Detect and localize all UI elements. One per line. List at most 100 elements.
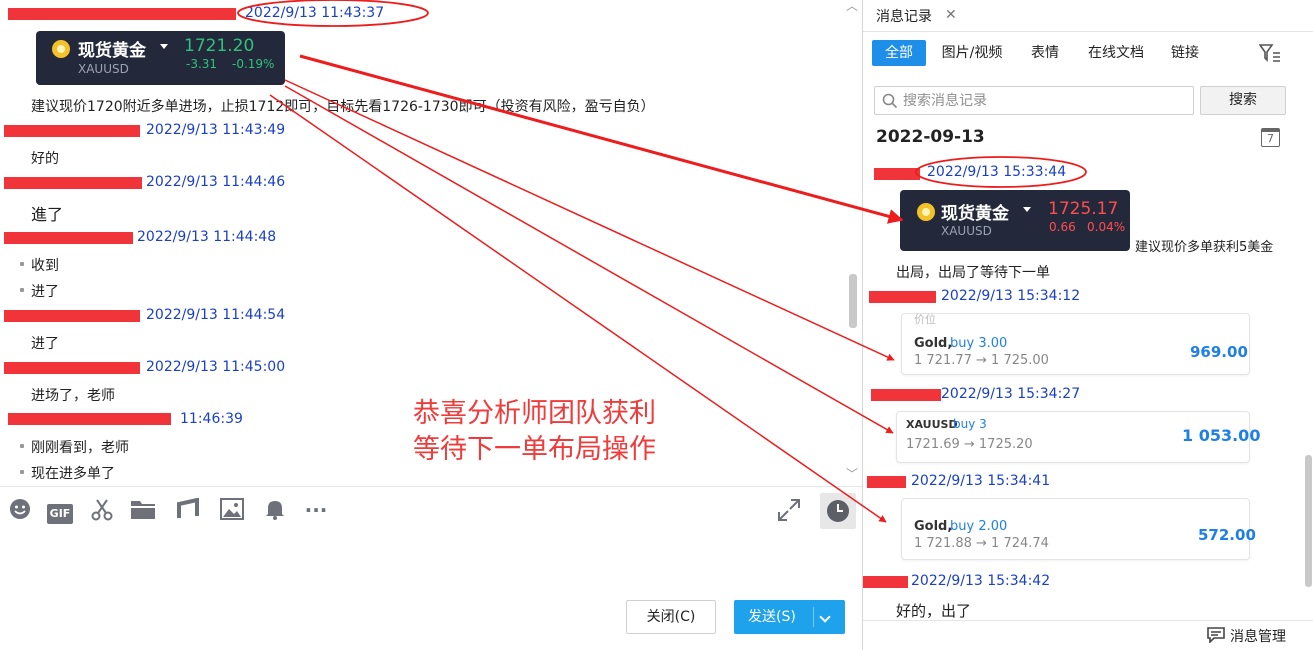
message-text: 进场了，老师: [31, 388, 115, 404]
send-label: 发送(S): [748, 609, 796, 625]
message-text: 進了: [31, 205, 64, 224]
close-tab-icon[interactable]: ✕: [945, 7, 957, 23]
caret-down-icon: [1023, 207, 1031, 212]
quote-price: 1721.20: [184, 36, 255, 56]
redacted-sender: [874, 168, 920, 180]
image-icon[interactable]: [219, 498, 245, 522]
trade-symbol: Gold,: [914, 336, 953, 351]
trade-symbol: Gold,: [914, 519, 953, 534]
emoji-icon[interactable]: [7, 498, 33, 522]
quote-price: 1725.17: [1048, 199, 1119, 219]
history-timestamp: 2022/9/13 15:34:27: [941, 386, 1081, 402]
gif-icon[interactable]: GIF: [46, 498, 74, 524]
bullet: [20, 444, 24, 448]
quote-symbol: XAUUSD: [78, 62, 129, 76]
message-text: 现在进多单了: [31, 466, 115, 482]
redacted-sender: [867, 476, 906, 488]
message-timestamp: 2022/9/13 11:44:48: [137, 229, 277, 245]
redacted-sender: [8, 8, 236, 20]
bullet: [20, 470, 24, 474]
redacted-sender: [4, 310, 140, 322]
search-button[interactable]: 搜索: [1200, 86, 1286, 115]
trade-profit: 572.00: [1198, 526, 1256, 544]
gif-label: GIF: [46, 504, 74, 524]
history-timestamp: 2022/9/13 15:34:42: [911, 573, 1051, 589]
quote-change-pct: -0.19%: [232, 57, 275, 71]
message-manager-label: 消息管理: [1230, 629, 1286, 645]
redacted-sender: [4, 177, 142, 189]
quote-name: 现货黄金: [941, 204, 1009, 224]
trade-prices: 1 721.77 → 1 725.00: [914, 353, 1049, 368]
gold-quote-card[interactable]: 现货黄金 XAUUSD 1721.20 -3.31 -0.19%: [36, 31, 285, 85]
trade-action: buy 3.00: [950, 336, 1008, 351]
music-note-icon[interactable]: [175, 497, 201, 522]
send-options-chevron-icon[interactable]: [819, 611, 831, 623]
search-input[interactable]: [903, 91, 1183, 111]
scissors-icon[interactable]: [89, 498, 115, 522]
chat-manage-icon: [1207, 627, 1225, 643]
composer-divider: [0, 486, 862, 487]
bell-icon[interactable]: [262, 498, 288, 522]
filter-tab-media[interactable]: 图片/视频: [937, 40, 1007, 66]
send-button[interactable]: 发送(S): [734, 600, 845, 634]
tab-message-history[interactable]: 消息记录: [876, 6, 932, 26]
bullet: [20, 288, 24, 292]
message-text: 好的: [31, 151, 59, 167]
history-toggle-button[interactable]: [820, 493, 856, 529]
redacted-sender: [869, 291, 936, 303]
message-history-panel: 消息记录 ✕ 全部 图片/视频 表情 在线文档 链接 搜索 2022-09-13…: [862, 0, 1313, 650]
message-timestamp: 2022/9/13 11:43:37: [245, 5, 385, 21]
redacted-sender: [4, 125, 140, 137]
filter-tab-stickers[interactable]: 表情: [1025, 40, 1065, 66]
filter-tab-docs[interactable]: 在线文档: [1082, 40, 1150, 66]
message-timestamp: 2022/9/13 11:44:54: [146, 307, 286, 323]
message-text: 进了: [31, 284, 59, 300]
history-message-text: 建议现价多单获利5美金: [1135, 240, 1274, 255]
folder-icon[interactable]: [130, 498, 156, 522]
footer-divider: [863, 620, 1313, 621]
message-text: 收到: [31, 258, 59, 274]
expand-icon[interactable]: [776, 498, 802, 522]
chat-scrollbar[interactable]: [849, 274, 857, 328]
gold-coin-icon: [917, 203, 935, 221]
quote-symbol: XAUUSD: [941, 224, 992, 238]
collapse-up-icon[interactable]: ︿: [846, 0, 860, 12]
message-timestamp: 2022/9/13 11:45:00: [146, 359, 286, 375]
calendar-icon[interactable]: 7: [1261, 128, 1280, 147]
trade-symbol: XAUUSD: [906, 418, 958, 431]
filter-icon[interactable]: [1258, 44, 1281, 64]
filter-tab-links[interactable]: 链接: [1167, 40, 1203, 66]
annotation-line-2: 等待下一单布局操作: [413, 434, 656, 465]
trade-screenshot-card[interactable]: XAUUSD buy 3 1721.69 → 1725.20 1 053.00: [896, 411, 1260, 463]
message-timestamp: 2022/9/13 11:43:49: [146, 122, 286, 138]
trade-action: buy 3: [953, 417, 987, 431]
redacted-sender: [871, 389, 941, 401]
collapse-down-icon[interactable]: ﹀: [846, 468, 860, 480]
history-scrollbar[interactable]: [1305, 455, 1312, 587]
history-message-text: 好的，出了: [896, 602, 972, 620]
history-timestamp: 2022/9/13 15:33:44: [927, 164, 1067, 180]
more-icon[interactable]: ···: [302, 498, 330, 522]
filter-tab-all[interactable]: 全部: [872, 40, 926, 66]
message-text: 刚刚看到，老师: [31, 440, 129, 456]
close-button[interactable]: 关闭(C): [626, 600, 716, 634]
quote-name: 现货黄金: [78, 41, 146, 61]
message-text: 建议现价1720附近多单进场，止损1712即可，目标先看1726-1730即可（…: [31, 99, 655, 115]
trade-screenshot-card[interactable]: 价位 Gold, buy 3.00 1 721.77 → 1 725.00 96…: [901, 313, 1250, 375]
gold-quote-card[interactable]: 现货黄金 XAUUSD 1725.17 0.66 0.04%: [900, 190, 1130, 251]
trade-screenshot-card[interactable]: Gold, buy 2.00 1 721.88 → 1 724.74 572.0…: [901, 498, 1256, 560]
send-separator: [813, 607, 814, 627]
bullet: [20, 262, 24, 266]
caret-down-icon: [160, 44, 168, 49]
chat-panel: ︿ 2022/9/13 11:43:37 现货黄金 XAUUSD 1721.20…: [0, 0, 862, 650]
trade-action: buy 2.00: [950, 519, 1008, 534]
redacted-sender: [4, 362, 140, 374]
trade-profit: 1 053.00: [1182, 426, 1261, 445]
search-icon: [882, 93, 898, 109]
cropped-label: 价位: [914, 313, 936, 326]
trade-prices: 1721.69 → 1725.20: [906, 437, 1033, 452]
annotation-line-1: 恭喜分析师团队获利: [413, 398, 656, 429]
quote-change: 0.66: [1049, 220, 1076, 234]
message-text: 进了: [31, 336, 59, 352]
history-timestamp: 2022/9/13 15:34:12: [941, 288, 1081, 304]
